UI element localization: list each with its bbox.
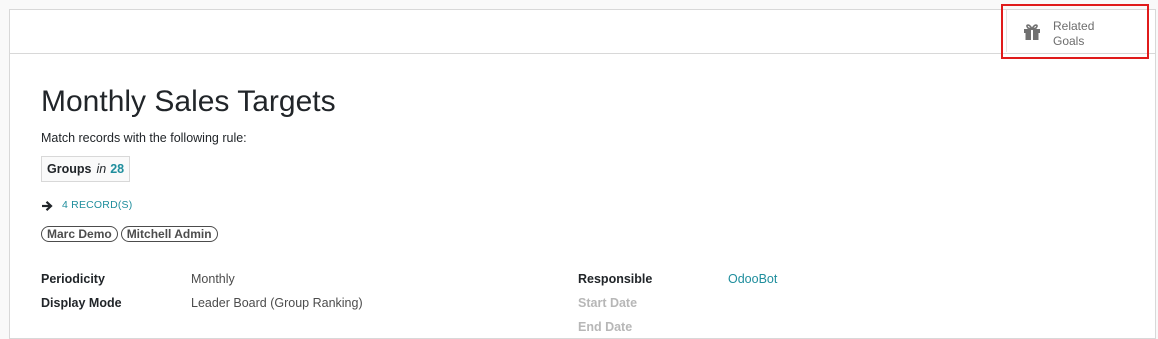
button-box: Related Goals (10, 10, 1155, 54)
gift-icon (1022, 23, 1042, 41)
responsible-label: Responsible (578, 272, 653, 286)
periodicity-label: Periodicity (41, 272, 105, 286)
page-title: Monthly Sales Targets (41, 85, 336, 118)
display-mode-value[interactable]: Leader Board (Group Ranking) (191, 296, 363, 310)
related-goals-label-line1: Related (1053, 19, 1095, 33)
start-date-label: Start Date (578, 296, 638, 310)
domain-rule[interactable]: Groups in 28 (41, 156, 131, 182)
tag-mitchell-admin[interactable]: Mitchell Admin (120, 226, 218, 242)
domain-value: 28 (110, 162, 125, 176)
end-date-label: End Date (578, 320, 633, 334)
related-goals-label-line2: Goals (1053, 34, 1085, 48)
arrow-right-icon (41, 199, 53, 212)
tag-marc-demo[interactable]: Marc Demo (41, 226, 118, 242)
related-goals-label: Related Goals (1053, 19, 1113, 49)
user-tags: Marc Demo Mitchell Admin (41, 226, 218, 242)
form-sheet: Related Goals Monthly Sales Targets Matc… (9, 9, 1156, 339)
responsible-value[interactable]: OdooBot (728, 272, 777, 286)
related-goals-button[interactable]: Related Goals (1006, 10, 1149, 52)
domain-field: Groups (47, 162, 92, 176)
rule-label: Match records with the following rule: (41, 131, 247, 145)
records-link[interactable]: 4 RECORD(S) (41, 199, 133, 212)
domain-operator: in (96, 162, 107, 176)
display-mode-label: Display Mode (41, 296, 122, 310)
periodicity-value[interactable]: Monthly (191, 272, 235, 286)
records-count: 4 RECORD(S) (62, 199, 133, 211)
